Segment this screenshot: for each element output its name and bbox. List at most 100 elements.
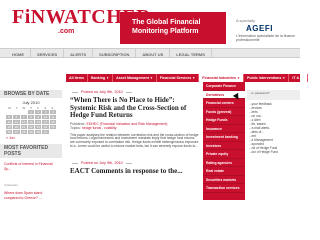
- sponsor-caption: L'information spécialisée de la finance …: [236, 34, 296, 42]
- calendar-day[interactable]: 23: [35, 125, 42, 129]
- dropdown-item-transaction-services[interactable]: Transaction services: [203, 184, 245, 193]
- caret-down-icon: ▼: [282, 76, 286, 80]
- favorited-post-link[interactable]: Where does Spain stand compared to Greec…: [4, 191, 58, 200]
- calendar-day[interactable]: 10: [42, 115, 49, 119]
- calendar-day[interactable]: 21: [20, 125, 27, 129]
- nav-subscription[interactable]: SUBSCRIPTION: [93, 49, 137, 57]
- right-text: ...ion of Hedge Fund: [249, 150, 278, 154]
- calendar-blank: [21, 110, 27, 114]
- caret-down-icon: ▼: [237, 76, 240, 80]
- calendar-widget: July 2010 M T W T F S S 1 2 3 4 5 6 7 8 9 10 11 12 1…: [6, 100, 56, 140]
- right-box: ...ur password?: [247, 90, 300, 100]
- calendar-day[interactable]: 16: [35, 120, 42, 124]
- post-topics: Topics: hedge funds , volatility: [70, 126, 200, 130]
- calendar-day[interactable]: 26: [6, 130, 13, 134]
- calendar-day[interactable]: 3: [42, 110, 49, 114]
- calendar-day[interactable]: 27: [13, 130, 20, 134]
- calendar-month: July 2010: [22, 100, 40, 105]
- calendar-grid: 1 2 3 4 5 6 7 8 9 10 11 12 13 14 15 16 17 18 19 20 21 22 23 24 2…: [6, 110, 56, 134]
- category-label: Public Interventions: [247, 76, 282, 80]
- calendar-day[interactable]: 14: [20, 120, 27, 124]
- post-title-link[interactable]: EACT Comments in response to the...: [70, 168, 200, 176]
- category-it-te[interactable]: IT & Te: [289, 74, 309, 82]
- caret-down-icon: ▼: [149, 76, 153, 80]
- calendar-day[interactable]: 25: [49, 125, 56, 129]
- calendar-day[interactable]: 22: [27, 125, 35, 129]
- calendar-prev-month-link[interactable]: « Jun: [6, 136, 56, 140]
- dropdown-item-corporate-finance[interactable]: Corporate Finance: [203, 82, 245, 91]
- category-all-items[interactable]: All items: [66, 74, 88, 82]
- calendar-day[interactable]: 17: [42, 120, 49, 124]
- main-content: Posted on July 9th, 2010 “When There is …: [66, 90, 200, 200]
- category-label: Asset Management: [116, 76, 149, 80]
- calendar-day[interactable]: 1: [27, 110, 35, 114]
- category-financial-services[interactable]: Financial Services ▼: [157, 74, 200, 82]
- nav-services[interactable]: SERVICES: [31, 49, 65, 57]
- dropdown-item-funds-general[interactable]: Funds (general): [203, 108, 245, 116]
- calendar-day[interactable]: 12: [6, 120, 13, 124]
- post-date-row: Posted on July 9th, 2010: [72, 161, 200, 165]
- calendar-day[interactable]: 7: [20, 115, 27, 119]
- dropdown-item-insurance[interactable]: Insurance: [203, 125, 245, 133]
- financial-industries-dropdown: Corporate Finance Derivatives Financial …: [203, 82, 245, 200]
- favorited-post-link[interactable]: Conflicts of Interest in Financial Sp...: [4, 162, 58, 171]
- nav-home[interactable]: HOME: [6, 49, 31, 57]
- category-label: IT & Te: [292, 76, 305, 80]
- dropdown-item-securities-markets[interactable]: Securities markets: [203, 176, 245, 184]
- calendar-day[interactable]: 15: [27, 120, 35, 124]
- calendar-day[interactable]: 31: [42, 130, 49, 134]
- nav-about-us[interactable]: ABOUT US: [136, 49, 171, 57]
- nav-legal-terms[interactable]: LEGAL TERMS: [170, 49, 212, 57]
- calendar-day[interactable]: 13: [13, 120, 20, 124]
- post-date-row: Posted on July 9th, 2010: [72, 90, 200, 94]
- dropdown-item-investment-banking[interactable]: Investment banking: [203, 133, 245, 142]
- favorited-post-meta: 4 favorites: [4, 183, 18, 187]
- calendar-day[interactable]: 24: [42, 125, 49, 129]
- category-label: All items: [69, 76, 84, 80]
- sponsor-logo[interactable]: AGEFI: [246, 24, 273, 33]
- dropdown-item-real-estate[interactable]: Real estate: [203, 167, 245, 176]
- browse-by-date-heading: BROWSE BY DATE: [0, 90, 62, 98]
- topics-links[interactable]: hedge funds , volatility: [82, 126, 117, 130]
- category-asset-management[interactable]: Asset Management ▼: [113, 74, 157, 82]
- calendar-day[interactable]: 6: [13, 115, 20, 119]
- right-text[interactable]: ...ur password?: [249, 91, 270, 95]
- calendar-day[interactable]: 30: [35, 130, 42, 134]
- calendar-day[interactable]: 18: [49, 120, 56, 124]
- favorited-posts-list: Conflicts of Interest in Financial Sp...…: [0, 160, 62, 204]
- calendar-day[interactable]: 8: [27, 115, 35, 119]
- divider: [125, 91, 132, 93]
- dropdown-item-rating-agencies[interactable]: Rating agencies: [203, 159, 245, 167]
- site-tagline: The Global Financial Monitoring Platform: [120, 12, 226, 44]
- calendar-day[interactable]: 9: [35, 115, 42, 119]
- post-title-link[interactable]: “When There is No Place to Hide”: System…: [70, 96, 200, 120]
- category-banking[interactable]: Banking ▼: [88, 74, 114, 82]
- left-sidebar: BROWSE BY DATE July 2010 M T W T F S S 1…: [0, 90, 62, 200]
- calendar-day[interactable]: 4: [49, 110, 56, 114]
- category-financial-industries[interactable]: Financial Industries ▼: [199, 74, 244, 82]
- topics-prefix: Topics:: [70, 125, 82, 130]
- calendar-day[interactable]: 11: [49, 115, 56, 119]
- main-nav: HOME SERVICES ALERTS SUBSCRIPTION ABOUT …: [0, 48, 300, 58]
- calendar-blank: [6, 110, 12, 114]
- right-sidebar: ...ur password? ...your feedback ...ervi…: [247, 90, 300, 200]
- caret-down-icon: ▼: [106, 76, 110, 80]
- calendar-day[interactable]: 28: [20, 130, 27, 134]
- divider: [72, 162, 78, 164]
- dropdown-item-investors[interactable]: Investors: [203, 142, 245, 150]
- caret-down-icon: ▼: [192, 76, 196, 80]
- dropdown-item-private-equity[interactable]: Private equity: [203, 150, 245, 159]
- calendar-day[interactable]: 5: [6, 115, 13, 119]
- post-excerpt: This paper analyses the relation between…: [70, 132, 199, 149]
- nav-alerts[interactable]: ALERTS: [64, 49, 94, 57]
- calendar-day[interactable]: 20: [13, 125, 20, 129]
- calendar-day[interactable]: 2: [35, 110, 42, 114]
- calendar-day[interactable]: 19: [6, 125, 13, 129]
- calendar-day[interactable]: 29: [27, 130, 35, 134]
- site-logo-suffix: .com: [58, 28, 75, 35]
- category-label: Banking: [90, 76, 106, 80]
- dropdown-item-hedge-funds[interactable]: Hedge Funds: [203, 116, 245, 125]
- dropdown-item-financial-centers[interactable]: Financial centers: [203, 99, 245, 108]
- category-public-interventions[interactable]: Public Interventions ▼: [244, 74, 290, 82]
- sponsor-label: A specialty: [236, 18, 256, 23]
